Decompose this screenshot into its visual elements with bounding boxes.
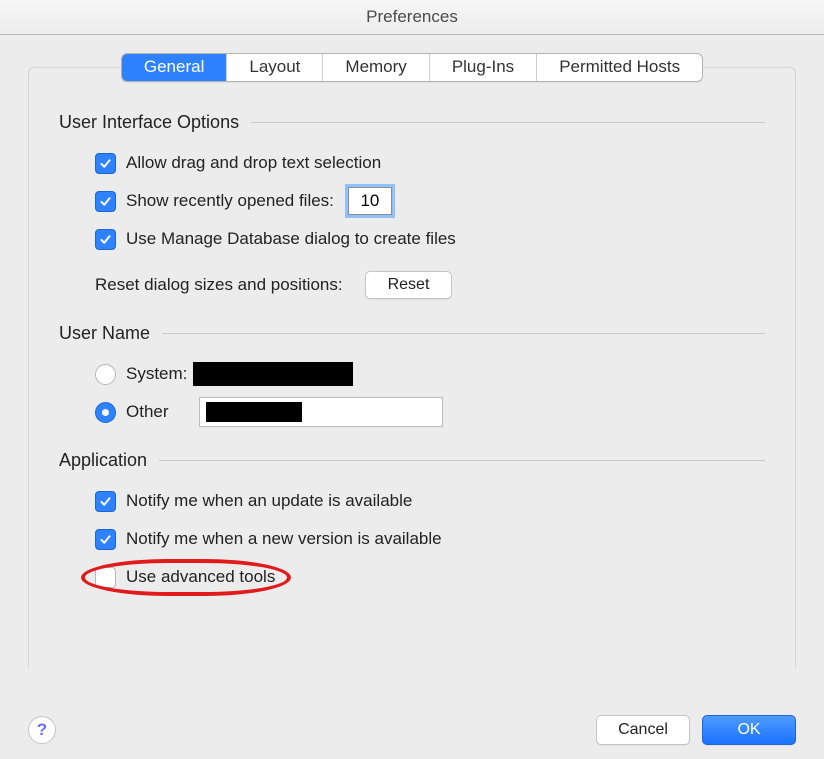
other-name-redacted <box>206 402 302 422</box>
footer: ? Cancel OK <box>0 715 824 745</box>
row-system: System: <box>95 358 765 390</box>
input-recent-count[interactable] <box>348 187 392 215</box>
radio-system[interactable] <box>95 364 116 385</box>
section-ui-options: User Interface Options Allow drag and dr… <box>59 112 765 301</box>
tab-general[interactable]: General <box>122 54 227 81</box>
row-other: Other <box>95 396 765 428</box>
label-manage-db: Use Manage Database dialog to create fil… <box>126 229 456 249</box>
tab-memory[interactable]: Memory <box>323 54 429 81</box>
checkmark-icon <box>99 533 112 546</box>
system-name-redacted <box>193 362 353 386</box>
label-other: Other <box>126 402 169 422</box>
reset-button[interactable]: Reset <box>365 271 453 299</box>
window-titlebar: Preferences <box>0 0 824 35</box>
label-use-advanced: Use advanced tools <box>126 567 275 587</box>
radio-other[interactable] <box>95 402 116 423</box>
preferences-panel: User Interface Options Allow drag and dr… <box>28 67 796 668</box>
radio-dot-icon <box>102 409 109 416</box>
help-button[interactable]: ? <box>28 716 56 744</box>
input-other-name[interactable] <box>199 397 443 427</box>
tab-layout[interactable]: Layout <box>227 54 323 81</box>
tab-plugins[interactable]: Plug-Ins <box>430 54 537 81</box>
cancel-button[interactable]: Cancel <box>596 715 690 745</box>
highlight-use-advanced: Use advanced tools <box>95 567 275 588</box>
checkbox-use-advanced[interactable] <box>95 567 116 588</box>
label-allow-drag: Allow drag and drop text selection <box>126 153 381 173</box>
row-notify-update: Notify me when an update is available <box>95 485 765 517</box>
section-title-application: Application <box>59 450 155 471</box>
section-divider <box>251 122 765 123</box>
row-reset: Reset dialog sizes and positions: Reset <box>95 269 765 301</box>
checkbox-manage-db[interactable] <box>95 229 116 250</box>
section-header: User Interface Options <box>59 112 765 133</box>
checkmark-icon <box>99 233 112 246</box>
row-use-advanced: Use advanced tools <box>95 561 765 593</box>
section-divider <box>159 460 765 461</box>
section-title-username: User Name <box>59 323 158 344</box>
checkbox-show-recent[interactable] <box>95 191 116 212</box>
checkbox-allow-drag[interactable] <box>95 153 116 174</box>
section-divider <box>162 333 765 334</box>
label-show-recent: Show recently opened files: <box>126 191 334 211</box>
label-notify-update: Notify me when an update is available <box>126 491 412 511</box>
row-manage-db: Use Manage Database dialog to create fil… <box>95 223 765 255</box>
checkmark-icon <box>99 157 112 170</box>
section-title-ui: User Interface Options <box>59 112 247 133</box>
ok-button[interactable]: OK <box>702 715 796 745</box>
label-system: System: <box>126 364 187 384</box>
row-notify-version: Notify me when a new version is availabl… <box>95 523 765 555</box>
section-application: Application Notify me when an update is … <box>59 450 765 593</box>
section-header: User Name <box>59 323 765 344</box>
section-header: Application <box>59 450 765 471</box>
checkmark-icon <box>99 495 112 508</box>
row-allow-drag: Allow drag and drop text selection <box>95 147 765 179</box>
label-notify-version: Notify me when a new version is availabl… <box>126 529 442 549</box>
tab-bar: General Layout Memory Plug-Ins Permitted… <box>0 53 824 82</box>
window-title: Preferences <box>366 7 458 26</box>
label-reset: Reset dialog sizes and positions: <box>95 275 343 295</box>
row-show-recent: Show recently opened files: <box>95 185 765 217</box>
checkbox-notify-version[interactable] <box>95 529 116 550</box>
tabs-group: General Layout Memory Plug-Ins Permitted… <box>121 53 703 82</box>
tab-permitted-hosts[interactable]: Permitted Hosts <box>537 54 702 81</box>
section-user-name: User Name System: Other <box>59 323 765 428</box>
checkbox-notify-update[interactable] <box>95 491 116 512</box>
checkmark-icon <box>99 195 112 208</box>
